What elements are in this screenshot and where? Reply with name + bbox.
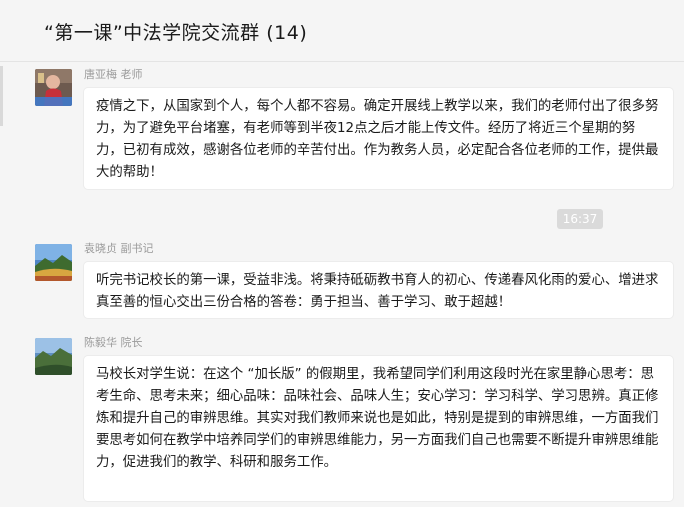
sender-avatar[interactable] bbox=[35, 69, 72, 106]
avatar-photo-icon bbox=[35, 69, 72, 106]
chat-header: “第一课”中法学院交流群 (14) bbox=[0, 0, 684, 62]
message-bubble[interactable]: 疫情之下，从国家到个人，每个人都不容易。确定开展线上教学以来，我们的老师付出了很… bbox=[84, 88, 673, 189]
scrollbar-indicator[interactable] bbox=[0, 66, 3, 126]
sender-avatar[interactable] bbox=[35, 338, 72, 375]
sender-name: 陈毅华 院长 bbox=[84, 336, 143, 349]
time-divider: 16:37 bbox=[557, 209, 603, 229]
message-bubble[interactable]: 听完书记校长的第一课，受益非浅。将秉持砥砺教书育人的初心、传递春风化雨的爱心、增… bbox=[84, 262, 673, 318]
avatar-landscape-icon bbox=[35, 244, 72, 281]
sender-name: 袁晓贞 副书记 bbox=[84, 242, 154, 255]
message-bubble[interactable]: 马校长对学生说：在这个 “加长版” 的假期里，我希望同学们利用这段时光在家里静心… bbox=[84, 356, 673, 501]
sender-name: 唐亚梅 老师 bbox=[84, 68, 143, 81]
sender-avatar[interactable] bbox=[35, 244, 72, 281]
avatar-landscape-icon bbox=[35, 338, 72, 375]
chat-title: “第一课”中法学院交流群 (14) bbox=[44, 22, 308, 44]
